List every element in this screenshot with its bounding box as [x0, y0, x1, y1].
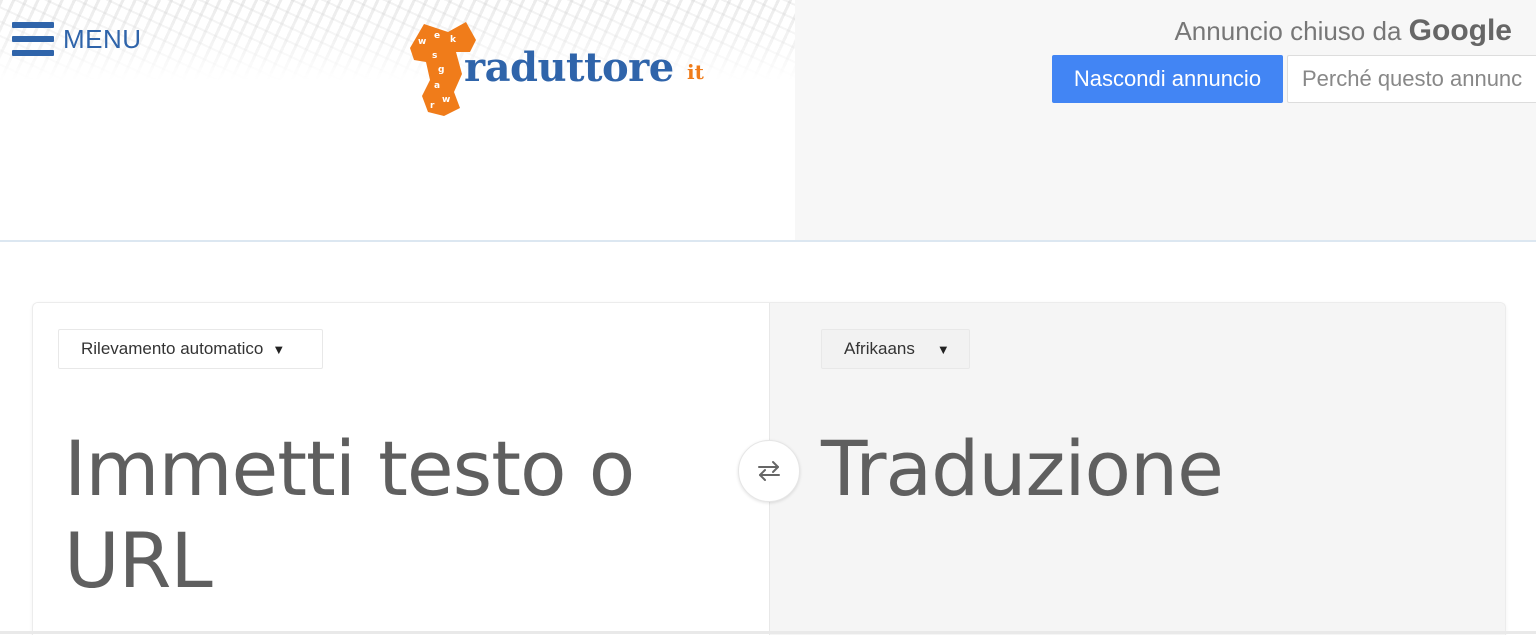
hamburger-icon: [12, 22, 54, 56]
why-this-ad-button[interactable]: Perché questo annunc: [1287, 55, 1536, 103]
svg-text:s: s: [432, 51, 437, 61]
target-pane: Afrikaans ▼ Traduzione: [769, 303, 1505, 635]
menu-button[interactable]: MENU: [12, 22, 142, 56]
swap-arrows-icon: [758, 461, 780, 481]
site-logo[interactable]: wek sga wr raduttore it: [404, 18, 734, 118]
hide-ad-button[interactable]: Nascondi annuncio: [1052, 55, 1283, 103]
svg-text:r: r: [430, 101, 435, 111]
target-language-value: Afrikaans: [844, 339, 915, 358]
site-header: MENU wek sga wr raduttore it Annuncio ch…: [0, 0, 1536, 242]
google-wordmark: Google: [1408, 14, 1512, 47]
source-language-select[interactable]: Rilevamento automatico ▼: [58, 329, 323, 369]
ad-closed-notice: Annuncio chiuso da Google: [1174, 14, 1512, 48]
menu-label: MENU: [63, 23, 142, 54]
target-language-select[interactable]: Afrikaans ▼: [821, 329, 970, 369]
logo-suffix: it: [687, 60, 704, 84]
source-language-value: Rilevamento automatico: [81, 339, 264, 358]
ad-closed-text: Annuncio chiuso da: [1174, 16, 1402, 46]
caret-down-icon: ▼: [272, 341, 286, 357]
svg-text:w: w: [418, 37, 426, 47]
svg-text:g: g: [438, 65, 444, 75]
svg-text:k: k: [450, 35, 457, 45]
caret-down-icon: ▼: [936, 341, 950, 357]
source-pane: Rilevamento automatico ▼ Immetti testo o…: [33, 303, 769, 635]
svg-text:a: a: [434, 81, 440, 91]
translation-output: Traduzione: [821, 424, 1224, 513]
svg-text:w: w: [442, 95, 450, 105]
svg-text:e: e: [434, 31, 440, 41]
logo-wordmark: raduttore: [464, 44, 674, 91]
ad-panel: Annuncio chiuso da Google Nascondi annun…: [795, 0, 1536, 240]
swap-languages-button[interactable]: [738, 440, 800, 502]
source-text-input[interactable]: Immetti testo o URL: [64, 423, 704, 607]
